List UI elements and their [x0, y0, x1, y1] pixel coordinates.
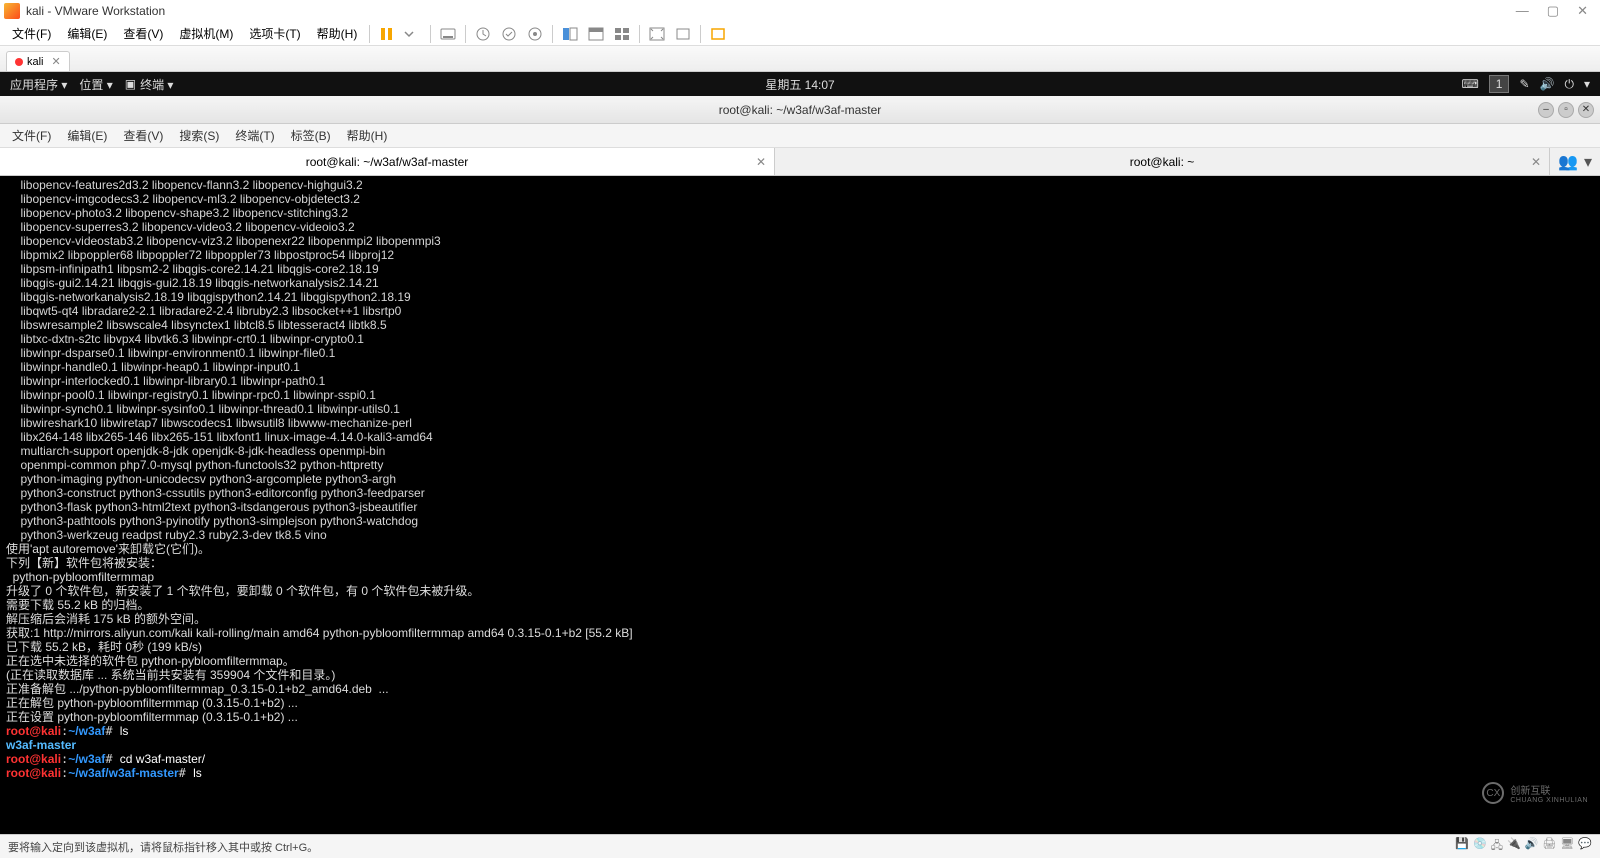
menu-tabs[interactable]: 选项卡(T): [241, 25, 308, 42]
terminal-tab-controls: 👥 ▾: [1550, 148, 1600, 175]
device-cd-icon[interactable]: 💿: [1473, 837, 1487, 856]
tab-add-icon[interactable]: 👥: [1558, 152, 1578, 172]
volume-icon[interactable]: 🔊: [1540, 77, 1555, 91]
cycle-multiple-icon[interactable]: [709, 25, 727, 43]
device-printer-icon[interactable]: 🖨: [1542, 837, 1556, 856]
vm-status-dot-icon: [15, 58, 23, 66]
term-menu-edit[interactable]: 编辑(E): [59, 127, 115, 144]
menu-view[interactable]: 查看(V): [115, 25, 171, 42]
guest-desktop: INUX™ re you are able to hear" 9 🔍 ☰ ▦ l…: [0, 72, 1600, 834]
term-close-button[interactable]: ✕: [1578, 102, 1594, 118]
device-display-icon[interactable]: 🖥: [1560, 837, 1574, 856]
term-menu-terminal[interactable]: 终端(T): [227, 127, 282, 144]
statusbar-text: 要将输入定向到该虚拟机，请将鼠标指针移入其中或按 Ctrl+G。: [8, 839, 318, 855]
power-icon[interactable]: ⏻: [1564, 77, 1574, 92]
terminal-titlebar[interactable]: root@kali: ~/w3af/w3af-master – ▫ ✕: [0, 96, 1600, 124]
vm-tab-close-icon[interactable]: ✕: [52, 55, 61, 68]
record-icon[interactable]: ✎: [1519, 77, 1529, 91]
terminal-title: root@kali: ~/w3af/w3af-master: [719, 103, 882, 117]
snapshot-manage-icon[interactable]: [526, 25, 544, 43]
view-thumbnail-icon[interactable]: [613, 25, 631, 43]
terminal-tabbar: root@kali: ~/w3af/w3af-master ✕ root@kal…: [0, 148, 1600, 176]
watermark-logo-icon: CX: [1482, 782, 1504, 804]
places-menu[interactable]: 位置 ▾: [79, 76, 112, 93]
close-button[interactable]: ✕: [1577, 3, 1588, 19]
window-controls: — ▢ ✕: [1516, 3, 1596, 19]
device-net-icon[interactable]: 🖧: [1491, 837, 1503, 856]
clock[interactable]: 星期五 14:07: [765, 76, 834, 93]
watermark: CX 创新互联 CHUANG XINHULIAN: [1482, 782, 1588, 804]
vmware-title: kali - VMware Workstation: [26, 4, 1516, 18]
chevron-down-icon[interactable]: ▾: [1584, 152, 1592, 172]
terminal-tab-2[interactable]: root@kali: ~ ✕: [775, 148, 1550, 175]
terminal-launcher[interactable]: ▣ 终端 ▾: [125, 76, 174, 93]
vmware-app-icon: [4, 3, 20, 19]
apps-menu[interactable]: 应用程序 ▾: [10, 76, 67, 93]
term-menu-view[interactable]: 查看(V): [115, 127, 171, 144]
keyboard-icon[interactable]: ⌨: [1461, 77, 1478, 91]
vmware-statusbar: 要将输入定向到该虚拟机，请将鼠标指针移入其中或按 Ctrl+G。 💾 💿 🖧 🔌…: [0, 834, 1600, 858]
view-console-icon[interactable]: [561, 25, 579, 43]
vmware-titlebar: kali - VMware Workstation — ▢ ✕: [0, 0, 1600, 22]
term-minimize-button[interactable]: –: [1538, 102, 1554, 118]
term-maximize-button[interactable]: ▫: [1558, 102, 1574, 118]
workspace-indicator[interactable]: 1: [1489, 75, 1510, 93]
menu-edit[interactable]: 编辑(E): [59, 25, 115, 42]
vm-tab-kali[interactable]: kali ✕: [6, 51, 70, 71]
vm-tab-label: kali: [27, 56, 44, 68]
device-hdd-icon[interactable]: 💾: [1455, 837, 1469, 856]
terminal-window: root@kali: ~/w3af/w3af-master – ▫ ✕ 文件(F…: [0, 96, 1600, 834]
term-menu-search[interactable]: 搜索(S): [171, 127, 227, 144]
maximize-button[interactable]: ▢: [1547, 3, 1559, 19]
stretch-icon[interactable]: [674, 25, 692, 43]
term-menu-tabs[interactable]: 标签(B): [283, 127, 339, 144]
menu-vm[interactable]: 虚拟机(M): [171, 25, 241, 42]
vmware-menubar: 文件(F) 编辑(E) 查看(V) 虚拟机(M) 选项卡(T) 帮助(H): [0, 22, 1600, 46]
tab-close-icon[interactable]: ✕: [756, 155, 766, 169]
snapshot-revert-icon[interactable]: [500, 25, 518, 43]
terminal-menubar: 文件(F) 编辑(E) 查看(V) 搜索(S) 终端(T) 标签(B) 帮助(H…: [0, 124, 1600, 148]
menu-help[interactable]: 帮助(H): [309, 25, 366, 42]
minimize-button[interactable]: —: [1516, 3, 1529, 19]
view-unity-icon[interactable]: [587, 25, 605, 43]
device-sound-icon[interactable]: 🔊: [1525, 837, 1539, 856]
pause-button[interactable]: [378, 25, 396, 43]
terminal-icon: ▣: [125, 77, 136, 91]
term-menu-help[interactable]: 帮助(H): [339, 127, 396, 144]
vmware-tabbar: kali ✕: [0, 46, 1600, 72]
snapshot-take-icon[interactable]: [474, 25, 492, 43]
fullscreen-icon[interactable]: [648, 25, 666, 43]
tab-close-icon[interactable]: ✕: [1531, 155, 1541, 169]
send-ctrl-alt-del-icon[interactable]: [439, 25, 457, 43]
kali-topbar: 应用程序 ▾ 位置 ▾ ▣ 终端 ▾ 星期五 14:07 ⌨ 1 ✎ 🔊 ⏻ ▾: [0, 72, 1600, 96]
menu-file[interactable]: 文件(F): [4, 25, 59, 42]
terminal-tab-1[interactable]: root@kali: ~/w3af/w3af-master ✕: [0, 148, 775, 175]
message-icon[interactable]: 💬: [1578, 837, 1592, 856]
terminal-output[interactable]: libopencv-features2d3.2 libopencv-flann3…: [0, 176, 1600, 834]
dropdown-icon[interactable]: [404, 25, 422, 43]
term-menu-file[interactable]: 文件(F): [4, 127, 59, 144]
chevron-down-icon[interactable]: ▾: [1584, 77, 1590, 91]
device-usb-icon[interactable]: 🔌: [1507, 837, 1521, 856]
